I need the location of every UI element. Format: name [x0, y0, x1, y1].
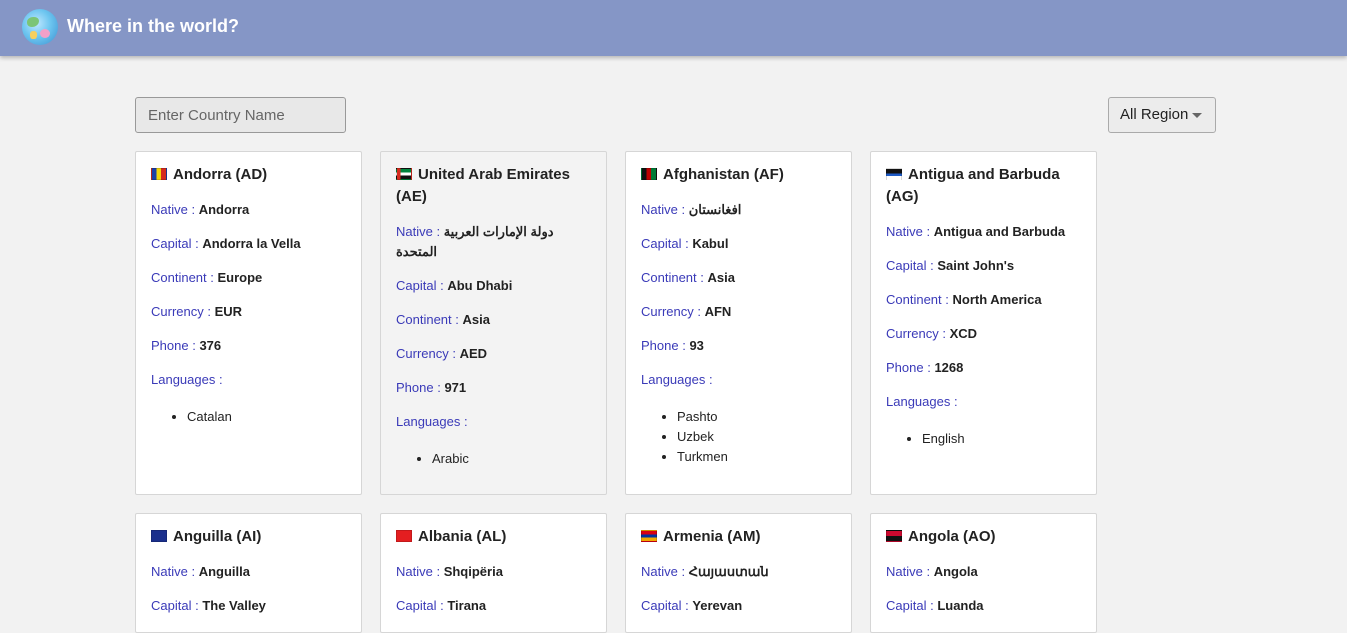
native-row: Native : Shqipëria [396, 564, 503, 579]
continent-row: Continent : North America [886, 292, 1042, 307]
language-item: Pashto [677, 407, 836, 427]
currency-row: Currency : AED [396, 346, 488, 361]
phone-row: Phone : 971 [396, 380, 467, 395]
country-search-input[interactable] [135, 97, 346, 133]
country-title: Armenia (AM) [641, 526, 836, 548]
country-title: Afghanistan (AF) [641, 164, 836, 186]
country-card-am[interactable]: Armenia (AM) Native : Հայաստան Capital :… [625, 513, 852, 633]
phone-row: Phone : 1268 [886, 360, 964, 375]
country-card-ai[interactable]: Anguilla (AI) Native : Anguilla Capital … [135, 513, 362, 633]
capital-row: Capital : Kabul [641, 236, 729, 251]
anguilla-flag-icon [151, 530, 167, 542]
languages-label: Languages : [151, 372, 223, 387]
language-item: Catalan [187, 407, 346, 427]
languages-list: English [886, 429, 1081, 449]
country-title: Anguilla (AI) [151, 526, 346, 548]
country-title: Andorra (AD) [151, 164, 346, 186]
globe-icon [22, 9, 58, 45]
native-row: Native : افغانستان [641, 202, 742, 217]
currency-row: Currency : EUR [151, 304, 243, 319]
capital-row: Capital : Luanda [886, 598, 984, 613]
native-row: Native : دولة الإمارات العربية المتحدة [396, 224, 554, 259]
app-title: Where in the world? [67, 16, 240, 36]
languages-list: Catalan [151, 407, 346, 427]
country-title: Angola (AO) [886, 526, 1081, 548]
language-item: Turkmen [677, 447, 836, 467]
languages-label: Languages : [396, 414, 468, 429]
native-row: Native : Andorra [151, 202, 250, 217]
angola-flag-icon [886, 530, 902, 542]
andorra-flag-icon [151, 168, 167, 180]
phone-row: Phone : 376 [151, 338, 222, 353]
antigua-flag-icon [886, 168, 902, 180]
country-title: Albania (AL) [396, 526, 591, 548]
region-select-value: All Region [1120, 106, 1189, 123]
armenia-flag-icon [641, 530, 657, 542]
capital-row: Capital : Tirana [396, 598, 487, 613]
albania-flag-icon [396, 530, 412, 542]
capital-row: Capital : Saint John's [886, 258, 1015, 273]
currency-row: Currency : AFN [641, 304, 732, 319]
language-item: Arabic [432, 449, 591, 469]
languages-label: Languages : [641, 372, 713, 387]
capital-row: Capital : Abu Dhabi [396, 278, 513, 293]
continent-row: Continent : Europe [151, 270, 263, 285]
country-title: Antigua and Barbuda (AG) [886, 166, 1060, 205]
region-select[interactable]: All Region [1108, 97, 1216, 133]
country-card-ae[interactable]: United Arab Emirates (AE) Native : دولة … [380, 151, 607, 495]
languages-label: Languages : [886, 394, 958, 409]
country-card-ao[interactable]: Angola (AO) Native : Angola Capital : Lu… [870, 513, 1097, 633]
country-card-ag[interactable]: Antigua and Barbuda (AG) Native : Antigu… [870, 151, 1097, 495]
country-title: United Arab Emirates (AE) [396, 166, 570, 205]
uae-flag-icon [396, 168, 412, 180]
continent-row: Continent : Asia [396, 312, 490, 327]
caret-down-icon [1192, 113, 1202, 118]
native-row: Native : Հայաստան [641, 564, 769, 579]
country-card-al[interactable]: Albania (AL) Native : Shqipëria Capital … [380, 513, 607, 633]
currency-row: Currency : XCD [886, 326, 978, 341]
navbar: Where in the world? [0, 0, 1347, 56]
language-item: English [922, 429, 1081, 449]
capital-row: Capital : Andorra la Vella [151, 236, 301, 251]
native-row: Native : Anguilla [151, 564, 250, 579]
phone-row: Phone : 93 [641, 338, 704, 353]
native-row: Native : Angola [886, 564, 978, 579]
languages-list: Pashto Uzbek Turkmen [641, 407, 836, 467]
continent-row: Continent : Asia [641, 270, 735, 285]
languages-list: Arabic [396, 449, 591, 469]
native-row: Native : Antigua and Barbuda [886, 224, 1066, 239]
capital-row: Capital : The Valley [151, 598, 266, 613]
language-item: Uzbek [677, 427, 836, 447]
country-card-af[interactable]: Afghanistan (AF) Native : افغانستان Capi… [625, 151, 852, 495]
country-card-ad[interactable]: Andorra (AD) Native : Andorra Capital : … [135, 151, 362, 495]
afghanistan-flag-icon [641, 168, 657, 180]
capital-row: Capital : Yerevan [641, 598, 743, 613]
